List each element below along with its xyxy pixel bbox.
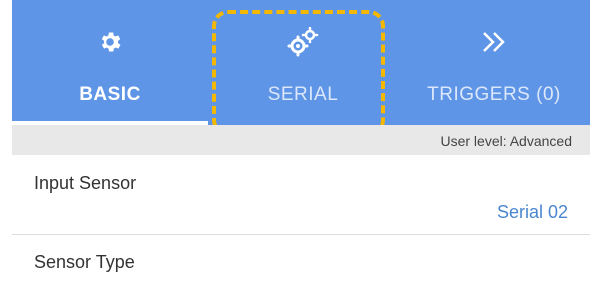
gear-icon	[12, 28, 208, 56]
tab-bar: BASIC SERIAL TRIGGERS (0)	[12, 0, 590, 125]
tab-serial-label: SERIAL	[267, 84, 339, 105]
setting-title: Input Sensor	[34, 173, 137, 193]
tab-triggers[interactable]: TRIGGERS (0)	[398, 0, 590, 125]
tab-serial[interactable]: SERIAL	[208, 0, 398, 125]
tab-basic[interactable]: BASIC	[12, 0, 208, 125]
gears-icon	[208, 27, 398, 57]
user-level-text: User level: Advanced	[440, 133, 572, 149]
tab-basic-label: BASIC	[79, 84, 141, 105]
setting-title: Sensor Type	[34, 252, 135, 272]
left-margin	[0, 0, 12, 289]
setting-row-sensor-type[interactable]: Sensor Type	[12, 235, 590, 289]
user-level-bar: User level: Advanced	[12, 125, 590, 155]
setting-row-input-sensor[interactable]: Input Sensor Serial 02	[12, 155, 590, 233]
setting-value: Serial 02	[496, 202, 568, 222]
double-chevron-right-icon	[398, 28, 590, 56]
tab-triggers-label: TRIGGERS (0)	[427, 84, 561, 105]
